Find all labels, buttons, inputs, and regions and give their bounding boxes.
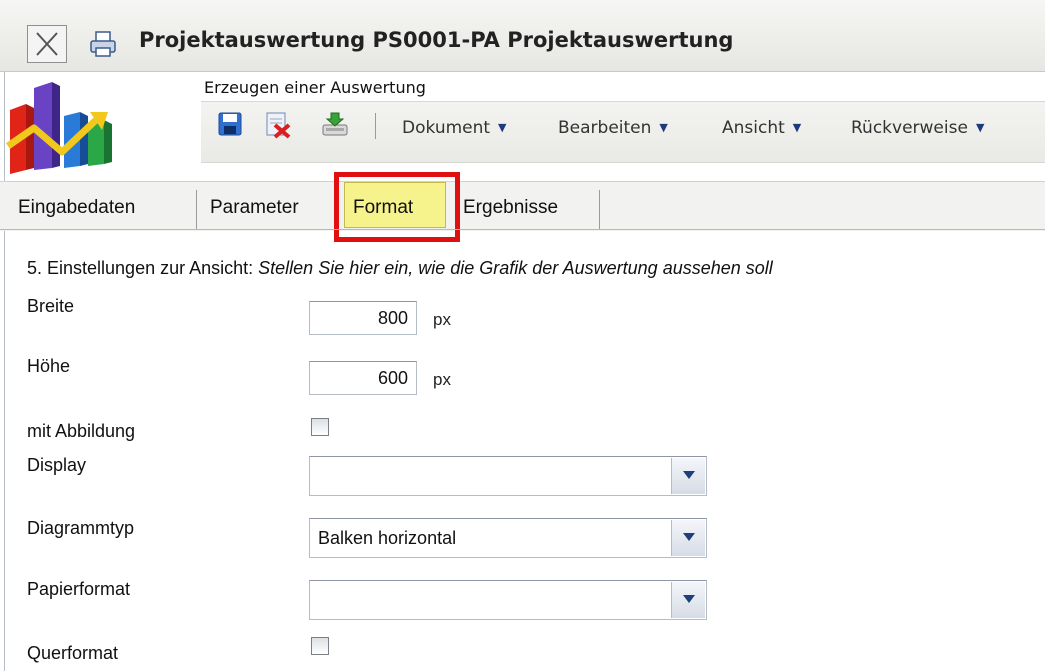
close-icon[interactable]	[27, 25, 67, 63]
chevron-down-icon: ▼	[659, 121, 668, 134]
display-label: Display	[27, 455, 87, 475]
chevron-down-icon[interactable]	[671, 458, 705, 494]
chevron-down-icon: ▼	[792, 121, 802, 134]
hoehe-unit: px	[433, 370, 451, 389]
querformat-checkbox[interactable]	[311, 637, 329, 655]
breite-label: Breite	[27, 296, 75, 316]
tab-divider	[599, 190, 600, 230]
chevron-down-icon: ▼	[498, 121, 507, 134]
section-hint: Stellen Sie hier ein, wie die Grafik der…	[258, 258, 773, 278]
export-icon[interactable]	[320, 111, 348, 137]
menu-bearbeiten[interactable]: Bearbeiten ▼	[558, 118, 668, 138]
tab-ergebnisse[interactable]: Ergebnisse	[463, 197, 558, 219]
menu-ansicht[interactable]: Ansicht ▼	[722, 118, 801, 138]
chevron-down-icon[interactable]	[671, 520, 705, 556]
menu-rueckverweise[interactable]: Rückverweise ▼	[851, 118, 984, 138]
section-heading-text: 5. Einstellungen zur Ansicht:	[27, 258, 254, 278]
toolbar-divider	[375, 113, 376, 139]
tab-divider	[196, 190, 197, 230]
querformat-label: Querformat	[27, 643, 119, 663]
papierformat-label: Papierformat	[27, 579, 131, 599]
tab-underline	[0, 229, 1045, 230]
window-title: Projektauswertung PS0001-PA Projektauswe…	[139, 28, 734, 52]
tab-eingabedaten[interactable]: Eingabedaten	[18, 197, 135, 219]
print-icon[interactable]	[88, 29, 118, 59]
breite-input[interactable]: 800	[309, 301, 417, 335]
mit-abbildung-label: mit Abbildung	[27, 421, 136, 441]
chevron-down-icon[interactable]	[671, 582, 705, 618]
tab-parameter[interactable]: Parameter	[210, 197, 299, 219]
diagrammtyp-label: Diagrammtyp	[27, 518, 135, 538]
chevron-down-icon: ▼	[975, 121, 985, 134]
diagrammtyp-select[interactable]: Balken horizontal	[309, 518, 707, 558]
chart-logo-icon	[4, 76, 122, 182]
hoehe-input[interactable]: 600	[309, 361, 417, 395]
papierformat-select[interactable]	[309, 580, 707, 620]
display-select[interactable]	[309, 456, 707, 496]
delete-icon[interactable]	[264, 111, 291, 139]
save-icon[interactable]	[217, 111, 243, 137]
highlight-box	[334, 172, 460, 242]
menu-dokument[interactable]: Dokument ▼	[402, 118, 507, 138]
page-subtitle: Erzeugen einer Auswertung	[204, 78, 426, 97]
hoehe-label: Höhe	[27, 356, 71, 376]
mit-abbildung-checkbox[interactable]	[311, 418, 329, 436]
section-heading: 5. Einstellungen zur Ansicht: Stellen Si…	[27, 258, 773, 279]
diagrammtyp-value: Balken horizontal	[318, 528, 457, 548]
breite-unit: px	[433, 310, 451, 329]
